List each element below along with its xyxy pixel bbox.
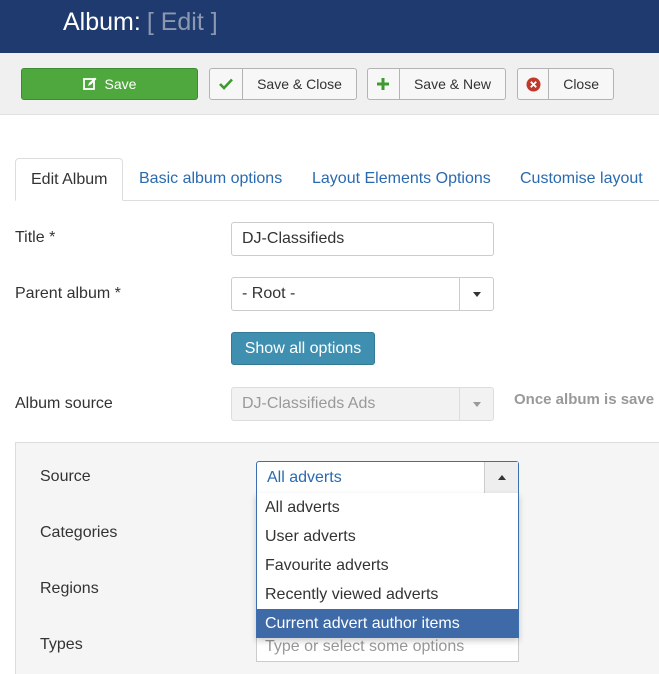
- parent-album-select[interactable]: - Root -: [231, 277, 494, 311]
- source-dropdown-list: All adverts User adverts Favourite adver…: [256, 493, 519, 638]
- chevron-down-icon: [459, 278, 493, 310]
- regions-label: Regions: [40, 580, 99, 597]
- categories-label: Categories: [40, 524, 118, 541]
- source-option-recently-viewed[interactable]: Recently viewed adverts: [257, 580, 518, 609]
- close-circle-icon: [518, 69, 550, 99]
- source-label: Source: [40, 468, 91, 485]
- source-option-favourite-adverts[interactable]: Favourite adverts: [257, 551, 518, 580]
- tab-customise-layout[interactable]: Customise layout: [520, 158, 643, 201]
- title-input[interactable]: DJ-Classifieds: [231, 222, 494, 256]
- tab-edit-album[interactable]: Edit Album: [15, 158, 124, 201]
- save-button[interactable]: Save: [21, 68, 198, 100]
- save-close-button[interactable]: Save & Close: [209, 68, 357, 100]
- tab-basic-album-options[interactable]: Basic album options: [139, 158, 282, 201]
- save-new-button[interactable]: Save & New: [367, 68, 506, 100]
- source-option-current-author-items[interactable]: Current advert author items: [257, 609, 518, 638]
- album-source-select: DJ-Classifieds Ads: [231, 387, 494, 421]
- source-option-user-adverts[interactable]: User adverts: [257, 522, 518, 551]
- edit-icon: [82, 77, 97, 91]
- source-selected-value: All adverts: [267, 469, 342, 486]
- page-title: Album:[ Edit ]: [63, 8, 218, 36]
- close-button[interactable]: Close: [517, 68, 614, 100]
- album-source-value: DJ-Classifieds Ads: [242, 395, 376, 412]
- chevron-down-icon: [459, 388, 493, 420]
- toolbar: Save Save & Close Save & New Close: [0, 53, 659, 115]
- show-all-options-button[interactable]: Show all options: [231, 332, 375, 365]
- album-source-note: Once album is save: [514, 391, 655, 408]
- types-label: Types: [40, 636, 83, 653]
- check-icon: [210, 69, 243, 99]
- album-source-label: Album source: [15, 395, 113, 412]
- types-input[interactable]: Type or select some options: [256, 638, 519, 662]
- source-option-all-adverts[interactable]: All adverts: [257, 493, 518, 522]
- page-subtitle: [ Edit ]: [146, 8, 218, 36]
- parent-album-value: - Root -: [242, 285, 296, 302]
- tab-layout-elements-options[interactable]: Layout Elements Options: [312, 158, 491, 201]
- chevron-up-icon[interactable]: [484, 462, 518, 493]
- tab-bar: Edit Album Basic album options Layout El…: [15, 158, 659, 201]
- source-select[interactable]: All adverts: [256, 461, 519, 494]
- plus-icon: [368, 69, 400, 99]
- title-label: Title *: [15, 229, 56, 246]
- page-header: Album:[ Edit ]: [0, 0, 659, 53]
- parent-album-label: Parent album *: [15, 285, 121, 302]
